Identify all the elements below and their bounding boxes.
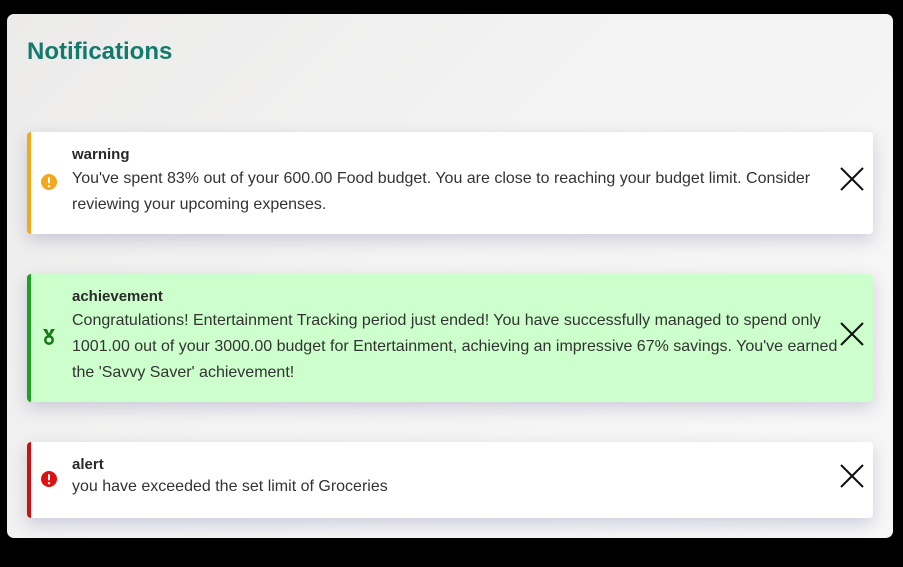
page-title: Notifications (27, 38, 173, 65)
warning-circle-icon (40, 173, 58, 191)
notification-type: warning (72, 146, 130, 163)
notification-card-achievement: achievement Congratulations! Entertainme… (27, 274, 873, 402)
close-button[interactable] (837, 164, 867, 194)
close-icon (840, 322, 864, 346)
notification-type: alert (72, 456, 104, 473)
close-button[interactable] (837, 319, 867, 349)
notification-card-alert: alert you have exceeded the set limit of… (27, 442, 873, 518)
close-button[interactable] (837, 461, 867, 491)
notification-message: you have exceeded the set limit of Groce… (72, 478, 388, 495)
notification-type: achievement (72, 288, 163, 305)
notification-card-warning: warning You've spent 83% out of your 600… (27, 132, 873, 234)
notification-message: Congratulations! Entertainment Tracking … (72, 312, 838, 381)
close-icon (840, 167, 864, 191)
notifications-panel: Notifications warning You've spent 83% o… (7, 14, 893, 538)
notification-message: You've spent 83% out of your 600.00 Food… (72, 170, 811, 213)
alert-circle-icon (40, 470, 58, 488)
medal-icon (40, 328, 58, 346)
close-icon (840, 464, 864, 488)
